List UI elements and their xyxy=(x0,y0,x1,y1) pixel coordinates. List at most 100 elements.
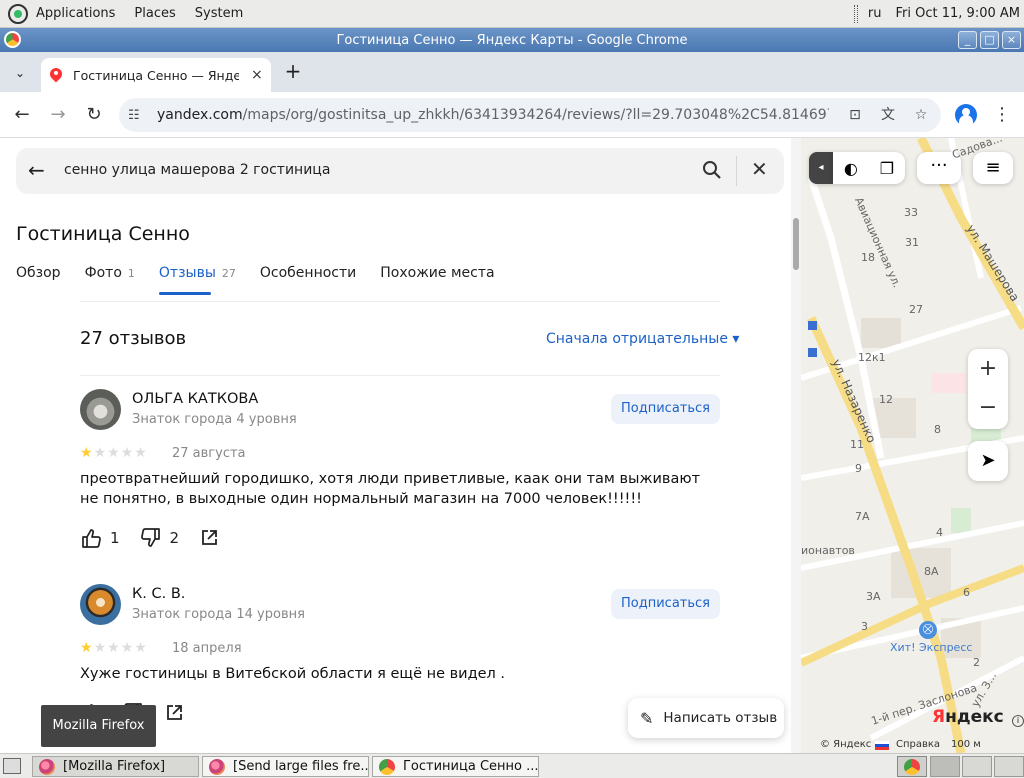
copyright-link[interactable]: © Яндекс xyxy=(820,739,871,750)
clear-search-icon[interactable]: ✕ xyxy=(751,159,768,179)
layers-icon[interactable]: ❐ xyxy=(880,159,894,178)
tab-overview[interactable]: Обзор xyxy=(16,265,61,295)
search-divider xyxy=(736,156,737,186)
tab-reviews[interactable]: Отзывы 27 xyxy=(158,265,236,295)
info-icon[interactable]: i xyxy=(1012,715,1024,727)
panel-separator xyxy=(853,4,858,23)
shop-cart-icon[interactable]: ⛒ xyxy=(919,621,937,639)
russian-flag-icon[interactable] xyxy=(875,741,889,750)
tab-features[interactable]: Особенности xyxy=(260,265,356,295)
tab-close-icon[interactable]: × xyxy=(251,67,263,83)
avatar[interactable] xyxy=(80,389,121,430)
taskbar-item-label: Гостиница Сенно ... xyxy=(403,759,539,774)
map-view[interactable]: ◂ ◐ ❐ ··· ≡ + − ➤ ул. Машерова ул. Назар… xyxy=(801,138,1024,753)
window-controls: _ □ × xyxy=(955,31,1021,49)
org-tabs: Обзор Фото 1 Отзывы 27 Особенности Похожие… xyxy=(16,265,519,295)
tab-photos[interactable]: Фото 1 xyxy=(85,265,135,295)
system-menu[interactable]: System xyxy=(195,6,243,21)
scrollbar-thumb[interactable] xyxy=(793,218,799,270)
window-titlebar[interactable]: Гостиница Сенно — Яндекс Карты - Google … xyxy=(0,28,1024,52)
star-icon: ★ xyxy=(134,640,148,656)
url-text[interactable]: yandex.com/maps/org/gostinitsa_up_zhkkh/… xyxy=(157,107,829,123)
subscribe-button[interactable]: Подписаться xyxy=(611,589,720,619)
minimize-button[interactable]: _ xyxy=(958,31,977,49)
bookmark-star-icon[interactable]: ☆ xyxy=(911,105,931,125)
scale-label: 100 м xyxy=(951,739,981,750)
close-window-button[interactable]: × xyxy=(1002,31,1021,49)
tabs-divider xyxy=(80,301,720,302)
share-button[interactable] xyxy=(199,528,219,548)
translate-icon[interactable]: 文 xyxy=(878,105,898,125)
taskbar-item-send-files[interactable]: [Send large files fre... xyxy=(202,756,369,777)
browser-tab[interactable]: Гостиница Сенно — Яндекс × xyxy=(41,58,271,92)
tray-chrome[interactable] xyxy=(897,756,927,777)
star-icon: ★ xyxy=(120,445,135,461)
help-link[interactable]: Справка xyxy=(896,739,940,750)
chrome-menu-icon[interactable]: ⋮ xyxy=(992,102,1012,128)
address-bar[interactable]: ☷ yandex.com/maps/org/gostinitsa_up_zhkk… xyxy=(119,98,941,132)
workspace-3[interactable] xyxy=(994,756,1024,777)
review-item: К. С. В. Знаток города 14 уровня Подписа… xyxy=(80,584,720,753)
zoom-out-button[interactable]: − xyxy=(968,389,1008,429)
yandex-logo: Яндекс xyxy=(932,707,1004,727)
taskbar-item-chrome[interactable]: Гостиница Сенно ... xyxy=(372,756,539,777)
reviewer-level: Знаток города 14 уровня xyxy=(132,607,305,622)
sort-dropdown[interactable]: Сначала отрицательные ▾ xyxy=(546,331,739,347)
taskbar: [Mozilla Firefox] [Send large files fre.… xyxy=(0,753,1024,778)
firefox-icon xyxy=(39,758,55,775)
new-tab-button[interactable]: + xyxy=(282,60,304,82)
clock[interactable]: Fri Oct 11, 9:00 AM xyxy=(896,6,1020,21)
search-icon[interactable] xyxy=(702,160,722,180)
subscribe-button[interactable]: Подписаться xyxy=(611,394,720,424)
maximize-button[interactable]: □ xyxy=(980,31,999,49)
url-host: yandex.com xyxy=(157,107,243,123)
back-arrow-icon[interactable]: ← xyxy=(9,102,35,128)
tab-search-chevron-icon[interactable]: ⌄ xyxy=(10,63,30,83)
collapse-panel-icon[interactable]: ◂ xyxy=(809,152,833,184)
dislike-button[interactable]: 2 xyxy=(140,527,179,549)
profile-avatar-icon[interactable] xyxy=(955,104,977,126)
review-text: Хуже гостиницы в Витебской области я ещё… xyxy=(80,666,506,682)
house-number: 2 xyxy=(973,656,980,669)
avatar[interactable] xyxy=(80,584,121,625)
keyboard-layout[interactable]: ru xyxy=(868,6,882,21)
show-desktop-icon[interactable] xyxy=(3,758,21,774)
reviews-count-heading: 27 отзывов xyxy=(80,328,187,349)
reload-icon[interactable]: ↻ xyxy=(81,102,107,128)
gnome-foot-icon[interactable] xyxy=(8,3,28,24)
workspace-2[interactable] xyxy=(962,756,992,777)
forward-arrow-icon[interactable]: → xyxy=(45,102,71,128)
chrome-icon[interactable] xyxy=(4,31,21,48)
my-location-icon[interactable]: ➤ xyxy=(968,441,1008,481)
star-icon: ★ xyxy=(80,640,94,656)
hamburger-menu-icon[interactable]: ≡ xyxy=(973,152,1013,184)
tab-similar-places[interactable]: Похожие места xyxy=(380,265,494,295)
panel-tray: ru Fri Oct 11, 9:00 AM xyxy=(853,4,1020,23)
zoom-in-button[interactable]: + xyxy=(968,349,1008,389)
panel-scrollbar[interactable] xyxy=(791,138,801,753)
org-panel: ← сенно улица машерова 2 гостиница ✕ Гос… xyxy=(0,138,800,753)
firefox-icon xyxy=(209,758,225,775)
poi-label[interactable]: Хит! Экспресс xyxy=(890,641,972,654)
reviewer-name[interactable]: ОЛЬГА КАТКОВА xyxy=(132,391,258,407)
write-review-button[interactable]: ✎ Написать отзыв xyxy=(628,698,784,738)
taskbar-item-firefox[interactable]: [Mozilla Firefox] xyxy=(32,756,199,777)
map-toolbar: ◂ ◐ ❐ ··· ≡ xyxy=(809,152,1013,184)
search-back-arrow-icon[interactable]: ← xyxy=(28,160,45,180)
places-menu[interactable]: Places xyxy=(134,6,175,21)
search-input[interactable]: сенно улица машерова 2 гостиница xyxy=(64,162,330,178)
reviewer-name[interactable]: К. С. В. xyxy=(132,586,185,602)
applications-menu[interactable]: Applications xyxy=(36,6,115,21)
install-app-icon[interactable]: ⊡ xyxy=(845,105,865,125)
share-button[interactable] xyxy=(164,703,184,723)
search-box[interactable]: ← сенно улица машерова 2 гостиница ✕ xyxy=(16,148,784,194)
share-icon xyxy=(167,705,182,720)
star-icon: ★ xyxy=(120,640,135,656)
zoom-controls: + − xyxy=(968,349,1008,429)
taskbar-item-label: [Send large files fre... xyxy=(233,759,369,774)
like-button[interactable]: 1 xyxy=(80,527,120,549)
house-number: 12к1 xyxy=(858,351,886,364)
workspace-1[interactable] xyxy=(930,756,960,777)
traffic-icon[interactable]: ◐ xyxy=(844,159,858,178)
site-info-icon[interactable]: ☷ xyxy=(128,108,144,123)
